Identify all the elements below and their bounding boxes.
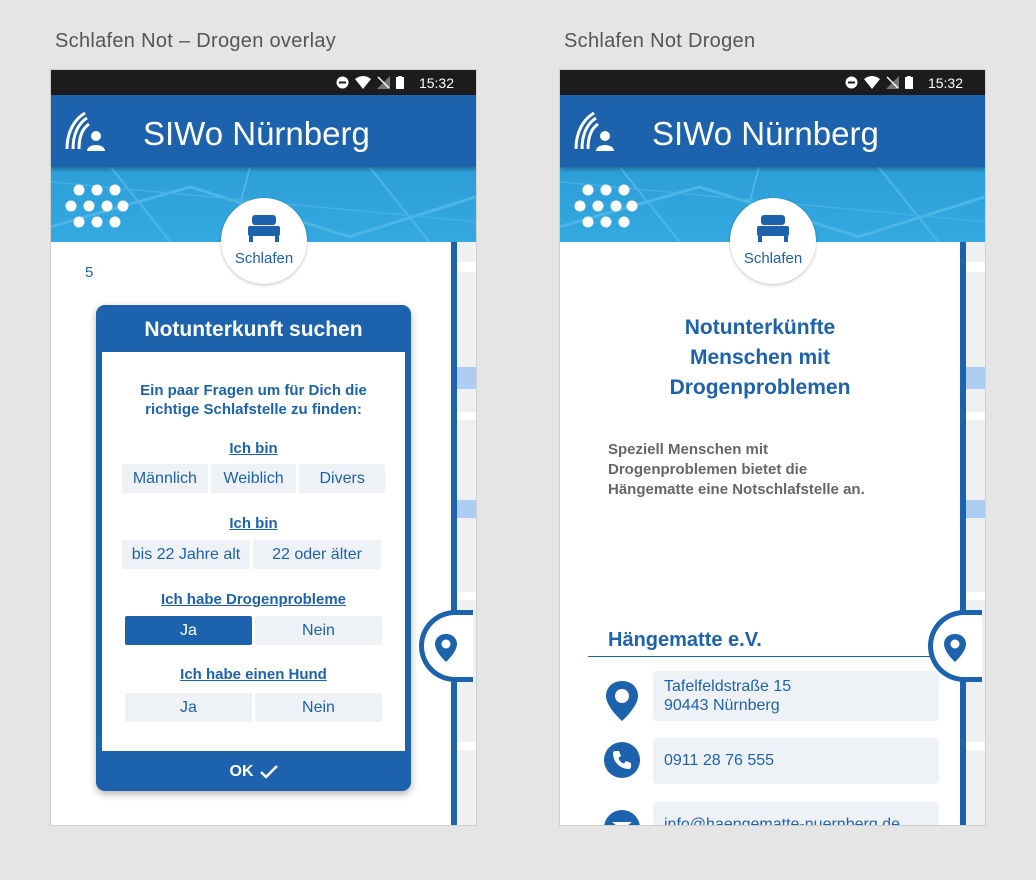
category-label: Schlafen [743,250,803,267]
app-bar: SIWo Nürnberg [560,95,985,167]
siwo-logo-icon [574,111,614,151]
option-22-oder-aelter[interactable]: 22 oder älter [253,540,381,569]
no-signal-icon [886,76,899,89]
status-time: 15:32 [418,75,454,91]
organization-name: Hängematte e.V. [608,629,762,651]
question-gender-label: Ich bin [229,440,278,457]
status-icons [336,76,404,89]
dialog-intro: Ein paar Fragen um für Dich die richtige… [140,382,367,418]
bed-icon [757,215,789,242]
page-title: Notunterkünfte Menschen mit Drogenproble… [669,316,851,399]
status-icons [845,76,913,89]
result-counter: 5 [85,264,94,281]
map-preview-strip[interactable] [966,242,985,825]
option-dog-ja[interactable]: Ja [125,693,252,722]
dnd-icon [336,76,349,89]
option-weiblich[interactable]: Weiblich [210,464,297,493]
status-bar: 15:32 [51,70,476,95]
dialog-body: Ein paar Fragen um für Dich die richtige… [102,352,405,751]
email-box[interactable]: info@haengematte-nuernberg.de [653,802,939,825]
location-pin-icon [944,634,966,662]
drugs-options: Ja Nein [125,616,382,645]
ok-label: OK [229,763,254,780]
status-time: 15:32 [927,75,963,91]
address-box[interactable]: Tafelfeldstraße 15 90443 Nürnberg [653,671,939,721]
app-title: SIWo Nürnberg [652,115,879,152]
gender-options: Männlich Weiblich Divers [122,464,386,493]
artboard-label-overlay: Schlafen Not – Drogen overlay [55,30,337,52]
page-description: Speziell Menschen mit Drogenproblemen bi… [608,441,865,498]
option-bis-22[interactable]: bis 22 Jahre alt [122,540,250,569]
mail-icon [604,810,640,825]
dnd-icon [845,76,858,89]
app-title: SIWo Nürnberg [143,115,370,152]
question-age-label: Ich bin [229,515,278,532]
question-drugs-label: Ich habe Drogenprobleme [160,591,347,608]
wifi-icon [864,76,880,89]
bed-icon [248,215,280,242]
no-signal-icon [377,76,390,89]
ok-button[interactable]: OK [96,763,411,781]
option-drugs-ja[interactable]: Ja [125,616,252,645]
search-dialog: Notunterkunft suchen Ein paar Fragen um … [96,305,411,791]
siwo-logo-icon [65,111,105,151]
age-options: bis 22 Jahre alt 22 oder älter [122,540,381,569]
phone-screen-overlay: 15:32 SIWo Nürnberg Schlafen 5 Notunterk… [50,69,477,826]
checkmark-icon [259,765,278,779]
battery-icon [905,76,913,89]
menu-dots-icon[interactable] [574,184,638,228]
status-bar: 15:32 [560,70,985,95]
phone-screen-detail: 15:32 SIWo Nürnberg Schlafen Notunterkün… [559,69,986,826]
wifi-icon [355,76,371,89]
option-divers[interactable]: Divers [299,464,386,493]
organization-divider [588,656,960,657]
dialog-title: Notunterkunft suchen [144,318,363,341]
option-drugs-nein[interactable]: Nein [255,616,382,645]
category-badge-schlafen[interactable]: Schlafen [221,198,307,284]
location-pin-icon [606,681,638,721]
location-pin-icon [435,634,457,662]
question-dog-label: Ich habe einen Hund [180,666,327,683]
phone-box[interactable]: 0911 28 76 555 [653,738,939,784]
map-preview-strip[interactable] [457,242,476,825]
menu-dots-icon[interactable] [65,184,129,228]
option-maennlich[interactable]: Männlich [122,464,208,493]
app-bar: SIWo Nürnberg [51,95,476,167]
dog-options: Ja Nein [125,693,382,722]
artboard-label-detail: Schlafen Not Drogen [564,30,756,52]
battery-icon [396,76,404,89]
category-badge-schlafen[interactable]: Schlafen [730,198,816,284]
option-dog-nein[interactable]: Nein [255,693,382,722]
phone-icon [604,742,640,778]
category-label: Schlafen [234,250,294,267]
